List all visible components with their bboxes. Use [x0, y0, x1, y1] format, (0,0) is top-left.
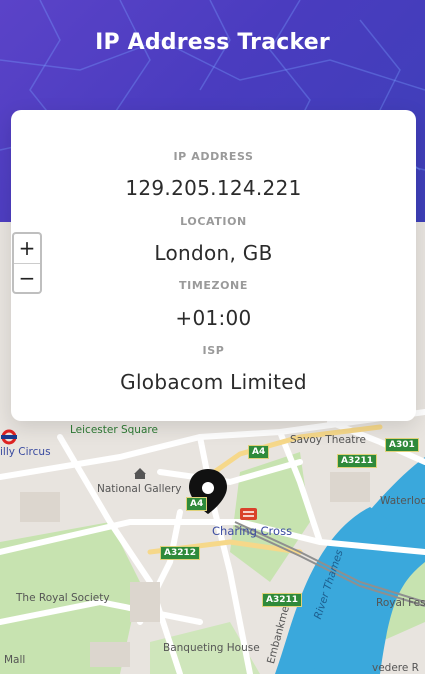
- zoom-control: + −: [12, 232, 42, 294]
- underground-icon: [1, 429, 17, 445]
- ip-address-value: 129.205.124.221: [125, 176, 302, 200]
- map-label-royal-festival: Royal Fes: [376, 597, 425, 609]
- road-badge-a3212: A3212: [160, 546, 201, 560]
- map-label-royal-society: The Royal Society: [16, 592, 110, 604]
- timezone-label: TIMEZONE: [179, 279, 248, 292]
- museum-icon: [134, 468, 146, 479]
- timezone-value: +01:00: [175, 306, 252, 330]
- isp-label: ISP: [202, 344, 225, 357]
- map-label-mall: Mall: [4, 654, 26, 666]
- zoom-out-button[interactable]: −: [14, 264, 40, 293]
- road-badge-a3211-bottom: A3211: [262, 593, 303, 607]
- rail-station-icon: [240, 508, 257, 520]
- ip-address-label: IP ADDRESS: [173, 150, 254, 163]
- location-label: LOCATION: [180, 215, 247, 228]
- map-label-piccadilly-circus: illy Circus: [0, 446, 51, 458]
- map-label-waterloo: Waterloo: [380, 495, 425, 507]
- road-badge-a301: A301: [385, 438, 419, 452]
- isp-value: Globacom Limited: [120, 370, 307, 394]
- map-label-belvedere: vedere R: [372, 662, 419, 674]
- map-label-savoy-theatre: Savoy Theatre: [290, 434, 366, 446]
- road-badge-a3211-top: A3211: [337, 454, 378, 468]
- map-label-charing-cross: Charing Cross: [212, 524, 293, 538]
- map-label-national-gallery: National Gallery: [97, 483, 182, 495]
- map-label-banqueting-house: Banqueting House: [163, 642, 260, 654]
- page-title: IP Address Tracker: [95, 30, 330, 55]
- ip-info-card: IP ADDRESS 129.205.124.221 LOCATION Lond…: [11, 110, 416, 421]
- zoom-in-button[interactable]: +: [14, 234, 40, 264]
- location-value: London, GB: [154, 241, 273, 265]
- road-badge-a4-small: A4: [186, 497, 208, 511]
- map-label-leicester-square: Leicester Square: [70, 424, 158, 436]
- road-badge-a4: A4: [248, 445, 270, 459]
